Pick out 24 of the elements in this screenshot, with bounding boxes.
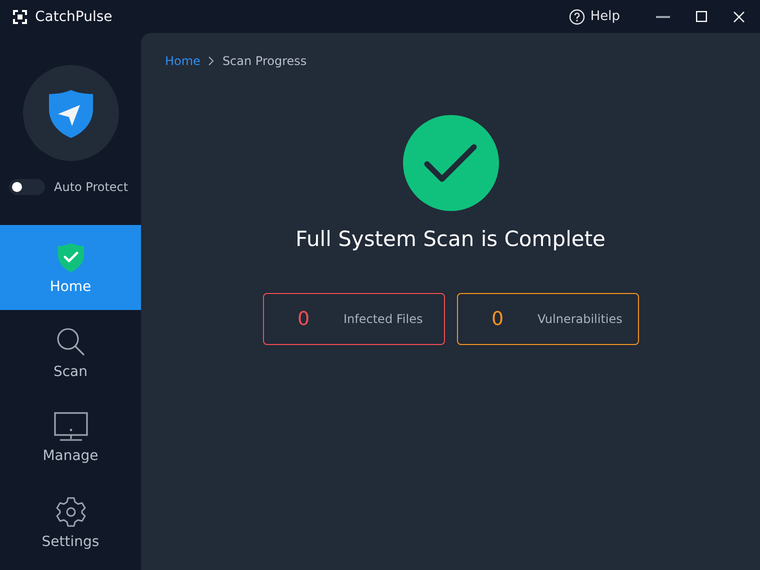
stat-label: Vulnerabilities <box>538 312 622 326</box>
stat-count: 0 <box>490 308 505 330</box>
breadcrumb-current: Scan Progress <box>222 54 307 68</box>
chevron-icon <box>208 56 214 66</box>
maximize-icon[interactable] <box>696 11 707 22</box>
nav-item[interactable]: Settings <box>0 480 141 565</box>
stat-label: Infected Files <box>344 312 423 326</box>
nav-item[interactable]: Manage <box>0 395 141 480</box>
close-icon[interactable] <box>733 10 745 22</box>
monitor-icon <box>54 412 88 442</box>
stat-count: 0 <box>296 308 311 330</box>
search-icon <box>54 326 86 358</box>
status-heading: Full System Scan is Complete <box>296 227 606 251</box>
check-icon <box>402 115 498 211</box>
window-title: CatchPulse <box>35 8 112 24</box>
app-logo-icon <box>13 10 27 24</box>
settings-icon <box>54 496 86 528</box>
help-icon <box>569 8 586 24</box>
toggle-label: Auto Protect <box>54 180 128 194</box>
toggle-switch[interactable] <box>9 179 45 195</box>
breadcrumb-link[interactable]: Home <box>165 54 200 68</box>
help-button[interactable]: Help <box>569 8 620 24</box>
nav-item[interactable]: Scan <box>0 310 141 395</box>
minimize-icon[interactable] <box>656 16 670 18</box>
